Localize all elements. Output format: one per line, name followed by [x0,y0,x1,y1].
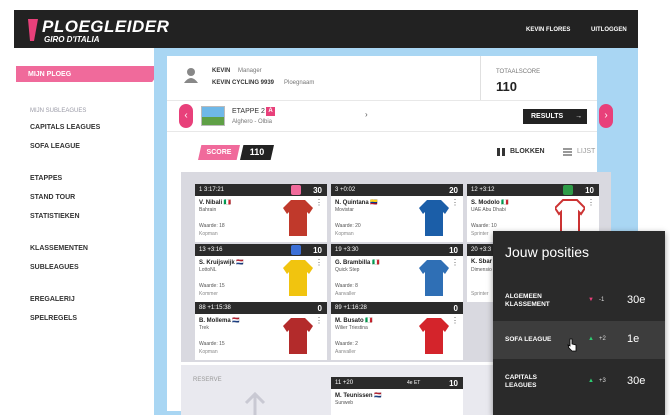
sidebar-item-sofa[interactable]: SOFA LEAGUE [30,143,80,150]
more-options-icon[interactable]: ⋮ [315,258,323,267]
sidebar-item-eregalerij[interactable]: EREGALERIJ [30,296,75,303]
user-icon [184,68,198,83]
rider-card[interactable]: 3 +0:02 20 N. Quintana 🇨🇴 Movistar Waard… [331,184,463,242]
more-options-icon[interactable]: ⋮ [451,258,459,267]
green-jersey-icon [563,185,573,195]
stage-badge: A [266,107,275,116]
more-options-icon[interactable]: ⋮ [315,316,323,325]
stage-profile-thumbnail [201,106,225,126]
more-options-icon[interactable]: ⋮ [315,198,323,207]
user-name-link[interactable]: KEVIN FLORES [526,27,570,33]
arrow-up-icon [244,392,266,415]
logo-icon [28,19,38,41]
sidebar-item-stand-tour[interactable]: STAND TOUR [30,194,75,201]
positions-popup: Jouw posities ALGEMEEN KLASSEMENT ▼ -1 3… [493,231,665,415]
team-name: KEVIN CYCLING 9939 [212,80,275,86]
jersey-icon [419,260,449,296]
logout-link[interactable]: UITLOGGEN [591,27,627,33]
chevron-right-icon[interactable]: › [365,110,368,119]
rider-card[interactable]: 1 3:17:21 30 V. Nibali 🇮🇹 Bahrain Waarde… [195,184,327,242]
sidebar-item-capitals[interactable]: CAPITALS LEAGUES [30,124,100,131]
arrow-down-icon: ▼ [588,297,594,303]
rider-card[interactable]: 89 +1:16:28 0 M. Busato 🇮🇹 Wilier Triest… [331,302,463,360]
results-button[interactable]: RESULTS → [523,109,587,124]
more-options-icon[interactable]: ⋮ [451,198,459,207]
sidebar-item-klassementen[interactable]: KLASSEMENTEN [30,245,88,252]
blue-jersey-icon [291,245,301,255]
view-blocks-toggle[interactable]: BLOKKEN [497,148,545,155]
sidebar-item-spelregels[interactable]: SPELREGELS [30,315,77,322]
rider-card[interactable]: 88 +1:15:38 0 B. Mollema 🇳🇱 Trek Waarde:… [195,302,327,360]
score-label: SCORE [198,145,240,160]
rider-card[interactable]: 19 +3:30 10 G. Brambilla 🇮🇹 Quick Step W… [331,244,463,302]
next-stage-button[interactable]: › [599,104,613,128]
hand-cursor-icon [567,338,577,352]
sidebar-item-subleagues[interactable]: SUBLEAGUES [30,264,79,271]
jersey-icon [283,260,313,296]
arrow-right-icon: → [575,113,583,120]
top-bar: PLOEGLEIDER GIRO D'ITALIA KEVIN FLORES U… [14,10,638,48]
arrow-up-icon: ▲ [588,336,594,342]
more-options-icon[interactable]: ⋮ [587,198,595,207]
view-list-toggle[interactable]: LIJST [563,148,595,155]
prev-stage-button[interactable]: ‹ [179,104,193,128]
brand-subtitle: GIRO D'ITALIA [44,35,100,44]
manager-name: KEVIN [212,68,231,74]
reserve-label: RESERVE [193,377,222,383]
jersey-icon [283,318,313,354]
sidebar-section-subleagues: MIJN SUBLEAGUES [30,108,87,114]
stage-name: ETAPPE 2 [232,108,265,115]
brand-title: PLOEGLEIDER [42,17,170,36]
rider-card[interactable]: 13 +3:16 10 S. Kruijswijk 🇳🇱 LottoNL Waa… [195,244,327,302]
team-name-label: Ploegnaam [284,80,315,86]
position-row[interactable]: CAPITALS LEAGUES ▲ +3 30e [493,364,665,402]
jersey-icon [283,200,313,236]
rider-card-header: 1 3:17:21 30 [195,184,327,196]
position-row[interactable]: SOFA LEAGUE ▲ +2 1e [493,321,665,359]
more-options-icon[interactable]: ⋮ [451,316,459,325]
pink-jersey-icon [291,185,301,195]
jersey-icon [419,200,449,236]
popup-title: Jouw posities [505,244,590,260]
sidebar-item-etappes[interactable]: ETAPPES [30,175,62,182]
total-score-label: TOTAALSCORE [496,69,541,75]
jersey-icon [419,318,449,354]
sidebar-item-mijn-ploeg[interactable]: MIJN PLOEG [16,66,164,82]
score-value: 110 [240,145,274,160]
sidebar: MIJN PLOEG MIJN SUBLEAGUES CAPITALS LEAG… [14,48,164,415]
position-row[interactable]: ALGEMEEN KLASSEMENT ▼ -1 30e [493,282,665,320]
reserve-rider-card[interactable]: 11 +20 4e ET 10 M. Teunissen 🇳🇱 Sunweb [331,377,463,415]
arrow-up-icon: ▲ [588,378,594,384]
manager-label: Manager [238,68,262,74]
sidebar-item-statistieken[interactable]: STATISTIEKEN [30,213,80,220]
stage-route: Alghero - Olbia [232,119,273,125]
total-score-value: 110 [496,79,517,94]
